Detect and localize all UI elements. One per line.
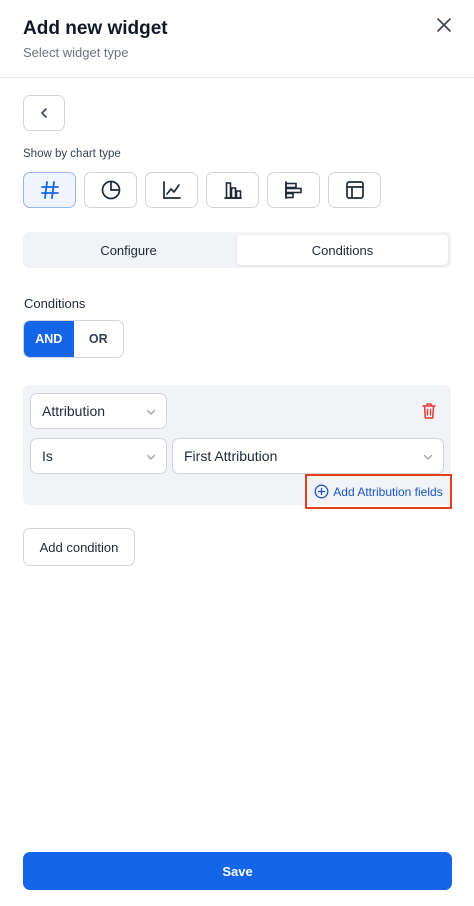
modal-subtitle: Select widget type (23, 45, 129, 60)
chart-type-table-button[interactable] (328, 172, 381, 208)
and-button[interactable]: AND (24, 321, 74, 357)
close-button[interactable] (433, 14, 455, 36)
close-icon (437, 18, 451, 32)
chevron-down-icon (146, 454, 156, 460)
or-button[interactable]: OR (74, 321, 124, 357)
conditions-label: Conditions (24, 296, 86, 311)
plus-circle-icon (314, 484, 329, 499)
chart-type-label: Show by chart type (23, 148, 121, 160)
chevron-left-icon (41, 108, 47, 118)
widget-tabs: Configure Conditions (23, 232, 451, 268)
chart-type-bar-button[interactable] (206, 172, 259, 208)
tab-conditions[interactable]: Conditions (237, 235, 448, 265)
add-attribution-fields-label: Add Attribution fields (333, 484, 443, 499)
condition-operator-select[interactable]: Is (30, 438, 167, 474)
delete-condition-button[interactable] (421, 402, 439, 420)
chart-type-line-button[interactable] (145, 172, 198, 208)
chart-type-pie-button[interactable] (84, 172, 137, 208)
condition-field-value: Attribution (42, 403, 106, 419)
back-button[interactable] (23, 95, 65, 131)
chart-type-horizontal-bar-button[interactable] (267, 172, 320, 208)
table-icon (345, 181, 364, 199)
add-attribution-fields-button[interactable]: Add Attribution fields (305, 474, 452, 509)
pie-chart-icon (101, 180, 120, 200)
modal-header: Add new widget Select widget type (0, 0, 474, 78)
modal-title: Add new widget (23, 18, 168, 39)
chevron-down-icon (146, 409, 156, 415)
chart-type-number-button[interactable] (23, 172, 76, 208)
trash-icon (422, 403, 436, 419)
condition-field-select[interactable]: Attribution (30, 393, 167, 429)
line-chart-icon (162, 181, 181, 199)
condition-operator-value: Is (42, 448, 53, 464)
chart-type-selector (23, 172, 381, 208)
chevron-down-icon (423, 454, 433, 460)
bar-chart-icon (223, 182, 242, 199)
horizontal-bar-chart-icon (284, 181, 302, 199)
condition-value-select[interactable]: First Attribution (172, 438, 444, 474)
tab-configure[interactable]: Configure (23, 232, 234, 268)
logic-toggle: AND OR (23, 320, 124, 358)
hash-icon (40, 181, 59, 199)
save-button[interactable]: Save (23, 852, 452, 890)
condition-value-text: First Attribution (184, 448, 278, 464)
add-condition-button[interactable]: Add condition (23, 528, 135, 566)
